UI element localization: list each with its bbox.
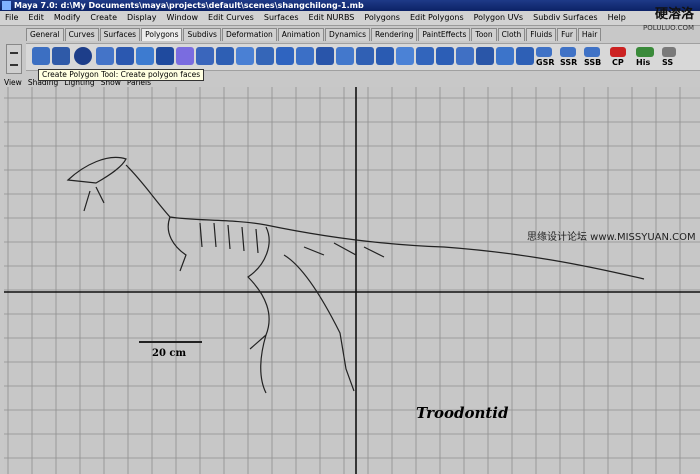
cp-button[interactable]: CP bbox=[612, 58, 624, 67]
delete-edge-icon[interactable] bbox=[336, 47, 354, 65]
tab-hair[interactable]: Hair bbox=[577, 28, 602, 41]
separate-icon[interactable] bbox=[416, 47, 434, 65]
his-icon[interactable] bbox=[636, 47, 654, 57]
chamfer-icon[interactable] bbox=[516, 47, 534, 65]
menu-file[interactable]: File bbox=[0, 11, 23, 25]
quadrangulate-icon[interactable] bbox=[496, 47, 514, 65]
poke-faces-icon[interactable] bbox=[276, 47, 294, 65]
main-menu-bar: File Edit Modify Create Display Window Edit Cu… bbox=[0, 11, 700, 26]
menu-modify[interactable]: Modify bbox=[49, 11, 86, 25]
menu-surfaces[interactable]: Surfaces bbox=[259, 11, 304, 25]
create-polygon-tool-icon[interactable] bbox=[32, 47, 50, 65]
collapse-icon[interactable] bbox=[316, 47, 334, 65]
species-label: Troodontid bbox=[416, 404, 509, 422]
tab-deformation[interactable]: Deformation bbox=[221, 28, 277, 41]
tooltip: Create Polygon Tool: Create polygon face… bbox=[38, 69, 205, 81]
gsr-icon[interactable] bbox=[536, 47, 552, 57]
menu-edit-polygons[interactable]: Edit Polygons bbox=[405, 11, 469, 25]
poly-plane-icon[interactable] bbox=[156, 47, 174, 65]
ssb-button[interactable]: SSB bbox=[584, 58, 601, 67]
menu-polygons[interactable]: Polygons bbox=[359, 11, 405, 25]
scale-bar-label: 20 cm bbox=[152, 348, 186, 359]
tab-animation[interactable]: Animation bbox=[277, 28, 325, 41]
menu-edit-nurbs[interactable]: Edit NURBS bbox=[304, 11, 360, 25]
wedge-faces-icon[interactable] bbox=[256, 47, 274, 65]
tab-toon[interactable]: Toon bbox=[471, 28, 497, 41]
side-viewport[interactable]: 20 cm Troodontid 思缘设计论坛 www.MISSYUAN.COM bbox=[4, 87, 700, 474]
title-bar: Maya 7.0: d:\My Documents\maya\projects\… bbox=[0, 0, 700, 11]
tab-fluids[interactable]: Fluids bbox=[526, 28, 557, 41]
menu-window[interactable]: Window bbox=[162, 11, 204, 25]
gsr-button[interactable]: GSR bbox=[536, 58, 555, 67]
ssr-button[interactable]: SSR bbox=[560, 58, 577, 67]
tab-curves[interactable]: Curves bbox=[64, 28, 99, 41]
tab-subdivs[interactable]: Subdivs bbox=[183, 28, 221, 41]
window-title: Maya 7.0: d:\My Documents\maya\projects\… bbox=[14, 1, 364, 10]
triangulate-icon[interactable] bbox=[476, 47, 494, 65]
viewport-grid bbox=[4, 87, 700, 474]
polygons-shelf: GSR SSR SSB CP His SS bbox=[26, 43, 700, 71]
append-polygon-icon[interactable] bbox=[52, 47, 70, 65]
tab-cloth[interactable]: Cloth bbox=[497, 28, 526, 41]
ssb-icon[interactable] bbox=[584, 47, 600, 57]
split-polygon-icon[interactable] bbox=[74, 47, 92, 65]
smooth-proxy-icon[interactable] bbox=[136, 47, 154, 65]
bevel-icon[interactable] bbox=[236, 47, 254, 65]
his-button[interactable]: His bbox=[636, 58, 650, 67]
menu-polygon-uvs[interactable]: Polygon UVs bbox=[469, 11, 528, 25]
fill-hole-icon[interactable] bbox=[376, 47, 394, 65]
shelf-tabs: General Curves Surfaces Polygons Subdivs Defo… bbox=[26, 28, 602, 42]
tab-dynamics[interactable]: Dynamics bbox=[325, 28, 371, 41]
ssr-icon[interactable] bbox=[560, 47, 576, 57]
menu-create[interactable]: Create bbox=[85, 11, 122, 25]
poly-cube-icon[interactable] bbox=[176, 47, 194, 65]
tab-general[interactable]: General bbox=[26, 28, 64, 41]
tab-painteffects[interactable]: PaintEffects bbox=[418, 28, 471, 41]
poly-sphere-icon[interactable] bbox=[96, 47, 114, 65]
watermark-logo: 硬溶洛 bbox=[654, 7, 694, 22]
panel-menu-view[interactable]: View bbox=[4, 78, 22, 87]
ss-button[interactable]: SS bbox=[662, 58, 673, 67]
combine-icon[interactable] bbox=[396, 47, 414, 65]
merge-vertices-icon[interactable] bbox=[116, 47, 134, 65]
cp-icon[interactable] bbox=[610, 47, 626, 57]
maya-app-icon bbox=[2, 1, 11, 10]
tab-surfaces[interactable]: Surfaces bbox=[99, 28, 141, 41]
extrude-face-icon[interactable] bbox=[196, 47, 214, 65]
mirror-geometry-icon[interactable] bbox=[436, 47, 454, 65]
menu-display[interactable]: Display bbox=[122, 11, 162, 25]
menu-edit-curves[interactable]: Edit Curves bbox=[203, 11, 259, 25]
tab-fur[interactable]: Fur bbox=[557, 28, 577, 41]
viewport-canvas: 20 cm Troodontid bbox=[4, 87, 700, 474]
menu-edit[interactable]: Edit bbox=[23, 11, 49, 25]
ss-icon[interactable] bbox=[662, 47, 676, 57]
extrude-edge-icon[interactable] bbox=[216, 47, 234, 65]
normals-icon[interactable] bbox=[456, 47, 474, 65]
tab-rendering[interactable]: Rendering bbox=[371, 28, 418, 41]
menu-subdiv-surfaces[interactable]: Subdiv Surfaces bbox=[528, 11, 602, 25]
tab-polygons[interactable]: Polygons bbox=[141, 28, 183, 41]
watermark-site: 思缘设计论坛 www.MISSYUAN.COM bbox=[527, 232, 696, 243]
subdivide-icon[interactable] bbox=[296, 47, 314, 65]
bridge-icon[interactable] bbox=[356, 47, 374, 65]
watermark-logo-url: POLULUO.COM bbox=[643, 24, 694, 32]
shelf-menu-button[interactable] bbox=[6, 44, 22, 74]
menu-help[interactable]: Help bbox=[603, 11, 631, 25]
